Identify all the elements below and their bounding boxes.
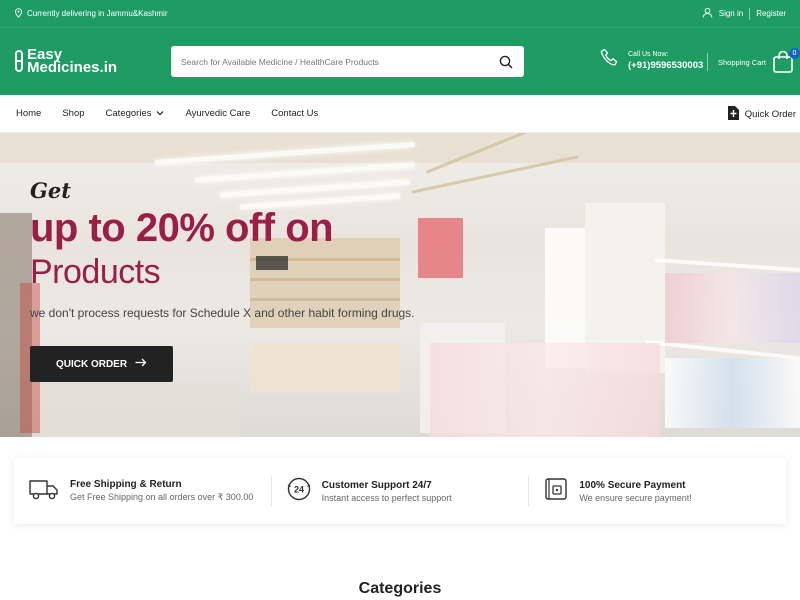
chevron-down-icon	[156, 108, 164, 119]
call-us[interactable]: Call Us Now: (+91)9596530003	[600, 48, 703, 73]
cart-count-badge: 0	[788, 48, 800, 59]
account-links: Sign in Register	[702, 7, 786, 20]
top-bar: Currently delivering in Jammu&Kashmir Si…	[0, 0, 800, 28]
quick-order-button-label: QUICK ORDER	[55, 358, 128, 370]
support-24-icon: 24	[286, 476, 312, 507]
register-link[interactable]: Register	[756, 9, 786, 18]
categories-section-title: Categories	[358, 580, 442, 597]
truck-icon	[28, 477, 60, 506]
nav-item-shop[interactable]: Shop	[62, 108, 84, 119]
hero-headline: up to 20% off on	[30, 206, 334, 250]
quick-order-button[interactable]: QUICK ORDER	[30, 346, 173, 382]
shopping-cart[interactable]: Shopping Cart 0	[718, 48, 800, 74]
hero-note: we don't process requests for Schedule X…	[30, 306, 415, 320]
feature-title: 100% Secure Payment	[579, 479, 686, 491]
feature-title: Free Shipping & Return	[70, 479, 182, 490]
nav-item-contact-us[interactable]: Contact Us	[271, 108, 318, 119]
main-header: Easy Medicines.in Call Us Now: (+91)9596…	[0, 28, 800, 95]
phone-icon	[600, 48, 620, 73]
feature-free-shipping: Free Shipping & Return Get Free Shipping…	[14, 477, 271, 506]
shopping-bag-icon: 0	[772, 48, 800, 74]
nav-item-ayurvedic-care[interactable]: Ayurvedic Care	[185, 108, 250, 119]
feature-subtitle: Instant access to perfect support	[321, 492, 452, 503]
cart-label: Shopping Cart	[718, 57, 766, 67]
nav-item-categories[interactable]: Categories	[106, 108, 165, 119]
search-input[interactable]	[181, 56, 498, 67]
call-label: Call Us Now:	[628, 50, 669, 58]
divider	[749, 7, 751, 20]
svg-text:24: 24	[294, 484, 304, 494]
pill-logo-icon	[15, 50, 23, 72]
feature-subtitle: Get Free Shipping on all orders over ₹ 3…	[70, 492, 254, 502]
quick-order-label: Quick Order	[744, 109, 796, 120]
site-logo[interactable]: Easy Medicines.in	[15, 47, 118, 76]
delivery-location-text: Currently delivering in Jammu&Kashmir	[27, 9, 168, 18]
secure-wallet-icon	[543, 476, 569, 507]
arrow-right-icon	[135, 358, 147, 370]
main-nav: Home Shop Categories Ayurvedic Care Cont…	[0, 95, 800, 133]
header-divider	[707, 53, 708, 71]
features-strip: Free Shipping & Return Get Free Shipping…	[14, 458, 786, 524]
feature-secure-payment: 100% Secure Payment We ensure secure pay…	[528, 475, 786, 507]
call-number: (+91)9596530003	[628, 59, 704, 71]
feature-subtitle: We ensure secure payment!	[579, 492, 692, 503]
logo-text: Easy Medicines.in	[27, 47, 118, 76]
user-icon	[702, 7, 713, 20]
search-icon[interactable]	[498, 54, 514, 70]
call-text: Call Us Now: (+91)9596530003	[628, 51, 703, 71]
quick-order-link[interactable]: Quick Order	[727, 105, 796, 124]
hero-kicker: Get	[30, 178, 71, 203]
nav-item-categories-label: Categories	[105, 108, 152, 119]
hero-banner: Get up to 20% off on Products we don't p…	[0, 133, 800, 437]
location-pin-icon	[14, 7, 23, 20]
feature-customer-support: 24 Customer Support 24/7 Instant access …	[270, 475, 529, 507]
nav-item-home[interactable]: Home	[16, 108, 41, 119]
quick-order-icon	[727, 105, 740, 124]
logo-line-2: Medicines.in	[27, 59, 118, 76]
hero-subheadline: Products	[30, 253, 161, 291]
sign-in-link[interactable]: Sign in	[719, 9, 743, 18]
feature-title: Customer Support 24/7	[321, 479, 432, 491]
delivery-location: Currently delivering in Jammu&Kashmir	[14, 7, 168, 20]
search-box	[171, 46, 524, 77]
